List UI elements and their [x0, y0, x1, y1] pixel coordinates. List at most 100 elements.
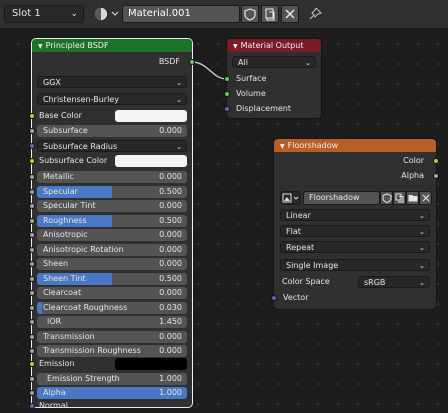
anisotropic-field[interactable]: Anisotropic 0.000 [37, 229, 187, 241]
ior-socket[interactable] [29, 319, 35, 325]
subsurface-radius-dropdown[interactable]: Subsurface Radius ⌄ [37, 140, 187, 152]
clearcoat-roughness-value: 0.030 [159, 302, 182, 312]
material-output-node[interactable]: ▼ Material Output All ⌄ Surface Volume Dis… [224, 39, 321, 118]
emission-strength-socket[interactable] [29, 376, 35, 382]
sheen-tint-socket[interactable] [29, 275, 35, 282]
ior-field[interactable]: IOR 1.450 [37, 316, 187, 328]
subsurface-color-socket[interactable] [29, 158, 35, 164]
clearcoat-roughness-socket[interactable] [29, 304, 35, 311]
transmission-label: Transmission [43, 331, 95, 341]
anisotropic-socket[interactable] [29, 232, 35, 238]
roughness-label: Roughness [43, 215, 87, 225]
sheen-field[interactable]: Sheen 0.000 [37, 258, 187, 270]
transmission-field[interactable]: Transmission 0.000 [37, 330, 187, 343]
metallic-row: Metallic 0.000 [29, 170, 192, 184]
subsurface-label: Subsurface [43, 126, 88, 135]
output-target-dropdown[interactable]: All ⌄ [232, 56, 316, 68]
output-node-header[interactable]: ▼ Material Output [227, 39, 321, 52]
metallic-socket[interactable] [29, 174, 35, 180]
displacement-socket[interactable] [224, 106, 230, 112]
color-output-socket[interactable] [433, 158, 439, 164]
emission-strength-field[interactable]: Emission Strength 1.000 [37, 373, 187, 385]
subsurface-row: Subsurface 0.000 [29, 124, 192, 138]
roughness-field[interactable]: Roughness 0.500 [37, 214, 187, 227]
bsdf-node-title: Principled BSDF [45, 41, 109, 50]
roughness-value: 0.500 [159, 215, 182, 225]
bsdf-node-header[interactable]: ▼ Principled BSDF [32, 39, 192, 52]
emission-strength-row: Emission Strength 1.000 [29, 372, 192, 386]
clearcoat-socket[interactable] [29, 290, 35, 296]
color-space-dropdown[interactable]: sRGB ⌄ [358, 276, 430, 288]
subsurface-radius-socket[interactable] [29, 143, 35, 149]
subsurface-socket[interactable] [29, 128, 35, 134]
sheen-tint-row: Sheen Tint 0.500 [29, 272, 192, 286]
image-duplicate-button[interactable] [393, 191, 406, 205]
alpha-output-label: Alpha [401, 171, 424, 180]
transmission-roughness-label: Transmission Roughness [43, 346, 141, 355]
alpha-field[interactable]: Alpha 1.000 [37, 387, 187, 399]
subsurface-method-dropdown[interactable]: Christensen-Burley ⌄ [37, 93, 187, 105]
specular-tint-socket[interactable] [29, 203, 35, 209]
subsurface-field[interactable]: Subsurface 0.000 [37, 125, 187, 137]
roughness-socket[interactable] [29, 217, 35, 224]
emission-row: Emission [29, 357, 192, 371]
transmission-roughness-socket[interactable] [29, 348, 35, 354]
anisotropic-rotation-row: Anisotropic Rotation 0.000 [29, 243, 192, 257]
sheen-tint-label: Sheen Tint [43, 273, 86, 283]
metallic-label: Metallic [43, 172, 74, 181]
metallic-field[interactable]: Metallic 0.000 [37, 171, 187, 183]
image-open-button[interactable] [406, 191, 419, 205]
shield-icon [382, 193, 392, 204]
collapse-arrow-icon[interactable]: ▼ [38, 43, 43, 50]
clearcoat-field[interactable]: Clearcoat 0.000 [37, 287, 187, 299]
base-color-label: Base Color [39, 111, 82, 120]
specular-label: Specular [43, 186, 78, 196]
alpha-label: Alpha [43, 388, 66, 397]
bsdf-output-socket[interactable] [189, 59, 195, 65]
surface-socket[interactable] [224, 76, 230, 82]
transmission-roughness-field[interactable]: Transmission Roughness 0.000 [37, 345, 187, 357]
transmission-socket[interactable] [29, 333, 35, 340]
specular-socket[interactable] [29, 188, 35, 195]
projection-dropdown[interactable]: Flat ⌄ [280, 225, 430, 237]
image-name-field[interactable]: Floorshadow [303, 191, 380, 205]
transmission-roughness-value: 0.000 [159, 346, 182, 355]
image-fake-user-button[interactable] [380, 191, 393, 205]
volume-socket[interactable] [224, 91, 230, 97]
specular-tint-field[interactable]: Specular Tint 0.000 [37, 200, 187, 212]
alpha-value: 1.000 [159, 388, 182, 397]
anisotropic-rotation-field[interactable]: Anisotropic Rotation 0.000 [37, 243, 187, 256]
clearcoat-roughness-field[interactable]: Clearcoat Roughness 0.030 [37, 301, 187, 314]
vector-row: Vector [271, 291, 436, 305]
image-texture-node[interactable]: ▼ Floorshadow Color Alpha Floorshadow Lin… [271, 139, 439, 309]
specular-field[interactable]: Specular 0.500 [37, 185, 187, 198]
extension-dropdown[interactable]: Repeat ⌄ [280, 241, 430, 253]
subsurface-radius-row: Subsurface Radius ⌄ [29, 139, 192, 153]
subsurface-color-swatch[interactable] [115, 155, 187, 167]
collapse-arrow-icon[interactable]: ▼ [280, 143, 285, 150]
source-dropdown[interactable]: Single Image ⌄ [280, 259, 430, 271]
emission-socket[interactable] [29, 361, 35, 367]
distribution-dropdown[interactable]: GGX ⌄ [37, 76, 187, 88]
interpolation-dropdown[interactable]: Linear ⌄ [280, 209, 430, 221]
transmission-roughness-row: Transmission Roughness 0.000 [29, 344, 192, 358]
specular-row: Specular 0.500 [29, 185, 192, 199]
alpha-socket[interactable] [29, 390, 35, 396]
anisotropic-rotation-socket[interactable] [29, 246, 35, 253]
sheen-socket[interactable] [29, 261, 35, 267]
chevron-down-icon: ⌄ [419, 262, 425, 270]
base-color-socket[interactable] [29, 113, 35, 119]
emission-color-swatch[interactable] [115, 358, 187, 370]
base-color-swatch[interactable] [115, 110, 187, 122]
vector-socket[interactable] [271, 295, 277, 301]
sheen-tint-field[interactable]: Sheen Tint 0.500 [37, 272, 187, 285]
image-browse-button[interactable] [280, 191, 301, 205]
alpha-output-socket[interactable] [433, 173, 439, 179]
collapse-arrow-icon[interactable]: ▼ [233, 43, 238, 50]
principled-bsdf-node[interactable]: ▼ Principled BSDF BSDF GGX ⌄ Christensen-B… [29, 39, 195, 410]
image-unlink-button[interactable] [419, 191, 432, 205]
image-selector: Floorshadow [280, 191, 432, 205]
chevron-down-icon: ⌄ [176, 143, 182, 151]
texture-node-header[interactable]: ▼ Floorshadow [274, 139, 436, 152]
normal-socket[interactable] [29, 403, 35, 409]
